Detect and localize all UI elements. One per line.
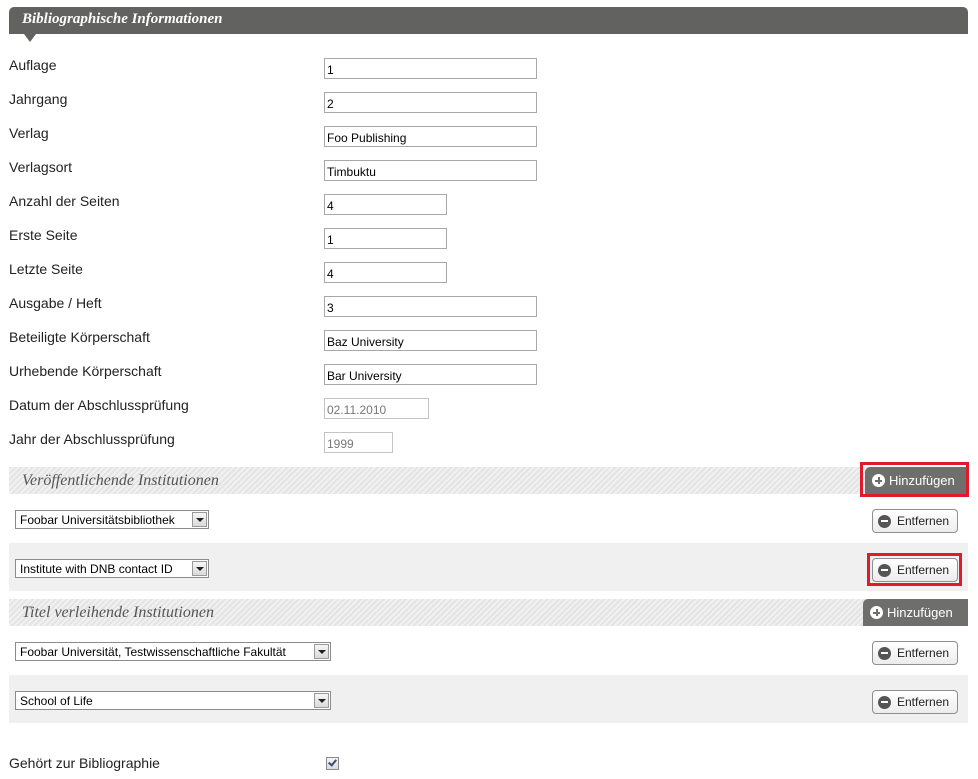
label-verlagsort: Verlagsort xyxy=(9,159,73,175)
publishing-select-2[interactable]: Institute with DNB contact ID xyxy=(15,559,209,578)
add-button-label: Hinzufügen xyxy=(887,605,953,620)
select-value: Foobar Universitätsbibliothek xyxy=(20,513,175,527)
label-bibliography: Gehört zur Bibliographie xyxy=(9,755,160,771)
ausgabe-input[interactable] xyxy=(324,296,537,317)
add-button-label: Hinzufügen xyxy=(889,473,955,488)
remove-button-label: Entfernen xyxy=(897,563,950,577)
section-header-granting: Titel verleihende Institutionen xyxy=(9,599,968,626)
minus-circle-icon xyxy=(878,646,891,660)
minus-circle-icon xyxy=(878,563,891,577)
remove-button-label: Entfernen xyxy=(897,646,950,660)
urhebende-input[interactable] xyxy=(324,364,537,385)
granting-select-1[interactable]: Foobar Universität, Testwissenschaftlich… xyxy=(15,642,331,661)
letzte-seite-input[interactable] xyxy=(324,262,447,283)
chevron-down-icon xyxy=(314,644,329,659)
bibliography-checkbox[interactable] xyxy=(326,757,339,770)
remove-granting-button-1[interactable]: Entfernen xyxy=(872,641,958,665)
section-title-publishing: Veröffentlichende Institutionen xyxy=(22,472,219,489)
granting-select-2[interactable]: School of Life xyxy=(15,691,331,710)
remove-publishing-button-2[interactable]: Entfernen xyxy=(872,558,958,582)
label-auflage: Auflage xyxy=(9,57,57,73)
label-datum: Datum der Abschlussprüfung xyxy=(9,397,189,413)
jahrgang-input[interactable] xyxy=(324,92,537,113)
chevron-down-icon xyxy=(192,561,207,576)
section-header-bibliographic: Bibliographische Informationen xyxy=(9,7,968,42)
verlag-input[interactable] xyxy=(324,126,537,147)
seiten-input[interactable] xyxy=(324,194,447,215)
minus-circle-icon xyxy=(878,695,891,709)
verlagsort-input[interactable] xyxy=(324,160,537,181)
remove-publishing-button-1[interactable]: Entfernen xyxy=(872,509,958,533)
section-header-publishing: Veröffentlichende Institutionen xyxy=(9,467,968,494)
remove-button-label: Entfernen xyxy=(897,514,950,528)
label-jahr: Jahr der Abschlussprüfung xyxy=(9,431,175,447)
label-ausgabe: Ausgabe / Heft xyxy=(9,295,102,311)
remove-button-label: Entfernen xyxy=(897,695,950,709)
plus-circle-icon xyxy=(870,606,883,619)
section-title: Bibliographische Informationen xyxy=(22,11,223,27)
datum-input[interactable] xyxy=(324,398,429,419)
plus-circle-icon xyxy=(872,474,885,487)
add-granting-button[interactable]: Hinzufügen xyxy=(863,599,968,626)
header-pointer xyxy=(24,34,36,42)
add-publishing-button[interactable]: Hinzufügen xyxy=(865,467,966,494)
checkmark-icon xyxy=(328,757,337,767)
label-seiten: Anzahl der Seiten xyxy=(9,193,120,209)
label-verlag: Verlag xyxy=(9,125,49,141)
select-value: School of Life xyxy=(20,694,93,708)
label-letzte-seite: Letzte Seite xyxy=(9,261,83,277)
select-value: Foobar Universität, Testwissenschaftlich… xyxy=(20,645,286,659)
label-jahrgang: Jahrgang xyxy=(9,91,68,107)
jahr-input[interactable] xyxy=(324,432,393,453)
select-value: Institute with DNB contact ID xyxy=(20,562,173,576)
chevron-down-icon xyxy=(314,693,329,708)
chevron-down-icon xyxy=(192,512,207,527)
section-title-granting: Titel verleihende Institutionen xyxy=(22,604,214,621)
label-erste-seite: Erste Seite xyxy=(9,227,78,243)
beteiligte-input[interactable] xyxy=(324,330,537,351)
publishing-select-1[interactable]: Foobar Universitätsbibliothek xyxy=(15,510,209,529)
minus-circle-icon xyxy=(878,514,891,528)
auflage-input[interactable] xyxy=(324,58,537,79)
erste-seite-input[interactable] xyxy=(324,228,447,249)
label-beteiligte: Beteiligte Körperschaft xyxy=(9,329,150,345)
label-urhebende: Urhebende Körperschaft xyxy=(9,363,162,379)
remove-granting-button-2[interactable]: Entfernen xyxy=(872,690,958,714)
